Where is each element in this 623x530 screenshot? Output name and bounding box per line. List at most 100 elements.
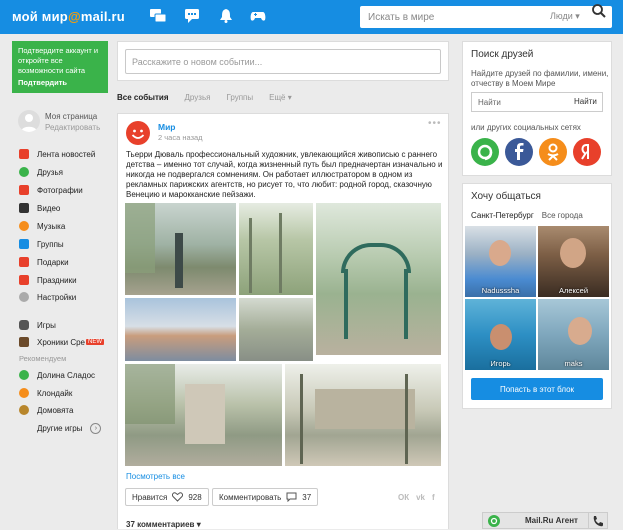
odnoklassniki-icon[interactable] <box>539 138 567 166</box>
tab-all-cities[interactable]: Все города <box>542 211 583 220</box>
search-icon[interactable] <box>590 2 608 20</box>
fb-share-icon[interactable]: f <box>432 493 435 502</box>
photos-icon <box>19 185 29 195</box>
sidebar-item-candy-valley[interactable]: Долина Сладос <box>19 370 95 380</box>
post-author-name[interactable]: Мир <box>158 122 176 132</box>
smile-logo-icon <box>131 129 145 139</box>
games-gamepad-icon[interactable] <box>250 9 266 23</box>
tab-city[interactable]: Санкт-Петербург <box>471 211 534 220</box>
composer-panel <box>117 41 449 81</box>
my-page-link[interactable]: Моя страница <box>45 111 100 122</box>
facebook-icon[interactable] <box>505 138 533 166</box>
my-page-block: Моя страница Редактировать <box>45 111 100 133</box>
vk-share-icon[interactable]: vk <box>416 493 425 502</box>
search-input[interactable] <box>360 6 550 28</box>
sidebar-item-groups[interactable]: Группы <box>19 239 64 249</box>
other-games-link[interactable]: Другие игры › <box>37 423 102 434</box>
comments-toggle[interactable]: 37 комментариев ▾ <box>126 520 201 529</box>
tab-more[interactable]: Ещё ▾ <box>269 93 292 102</box>
post-photo[interactable] <box>285 364 441 466</box>
search-scope-dropdown[interactable]: Люди ▾ <box>550 11 580 22</box>
site-logo[interactable]: мой мир@mail.ru <box>12 9 125 24</box>
video-icon <box>19 203 29 213</box>
sidebar-item-klondike[interactable]: Клондайк <box>19 388 72 398</box>
post-time: 2 часа назад <box>158 133 203 142</box>
heart-icon <box>172 492 184 502</box>
comment-count: 37 <box>302 492 312 502</box>
friends-search-title: Поиск друзей <box>471 49 534 60</box>
person-card[interactable]: Игорь <box>465 299 536 370</box>
new-event-input[interactable] <box>125 49 441 74</box>
comment-bubble-icon <box>286 492 297 502</box>
confirm-button[interactable]: Подтвердить <box>18 78 67 88</box>
new-badge: NEW <box>86 339 104 345</box>
phone-icon <box>593 516 603 527</box>
post-author-avatar[interactable] <box>126 121 150 145</box>
post-photo[interactable] <box>125 203 236 295</box>
ok-share-icon[interactable]: ОК <box>398 493 409 502</box>
person-card[interactable]: Алексей <box>538 226 609 297</box>
avatar[interactable] <box>18 110 40 132</box>
person-card[interactable]: maks <box>538 299 609 370</box>
post-photo[interactable] <box>316 203 441 355</box>
holidays-icon <box>19 275 29 285</box>
city-tabs: Санкт-Петербург Все города <box>471 211 583 220</box>
groups-icon <box>19 239 29 249</box>
post-photo[interactable] <box>239 203 313 295</box>
friends-icon <box>19 167 29 177</box>
promo-text: Подтвердите аккаунт и откройте все возмо… <box>18 46 99 75</box>
sidebar-item-video[interactable]: Видео <box>19 203 60 213</box>
sidebar-item-domovyata[interactable]: Домовята <box>19 405 73 415</box>
mail-ru-agent-icon[interactable] <box>471 138 499 166</box>
tab-friends[interactable]: Друзья <box>185 93 211 102</box>
notifications-bell-icon[interactable] <box>218 9 234 23</box>
feed-post: Мир 2 часа назад ••• Тьерри Дюваль профе… <box>117 113 449 529</box>
messages-icon[interactable] <box>150 9 166 23</box>
mail-agent-bar[interactable]: Mail.Ru Агент <box>482 512 605 529</box>
tab-all-events[interactable]: Все события <box>117 93 169 102</box>
friends-search-panel: Поиск друзей Найдите друзей по фамилии, … <box>462 41 612 176</box>
join-block-button[interactable]: Попасть в этот блок <box>471 378 603 400</box>
candy-valley-icon <box>19 370 29 380</box>
sidebar-item-settings[interactable]: Настройки <box>19 292 76 302</box>
feed-tabs: Все события Друзья Группы Ещё ▾ <box>117 93 292 102</box>
sidebar-item-games[interactable]: Игры <box>19 320 56 330</box>
want-to-chat-panel: Хочу общаться Санкт-Петербург Все города… <box>462 183 612 409</box>
games-icon <box>19 320 29 330</box>
person-name: Игорь <box>490 359 511 368</box>
chat-icon[interactable] <box>184 9 200 23</box>
post-photo[interactable] <box>125 364 282 466</box>
sidebar-item-gifts[interactable]: Подарки <box>19 257 69 267</box>
want-to-chat-title: Хочу общаться <box>471 191 541 202</box>
sidebar-item-music[interactable]: Музыка <box>19 221 65 231</box>
post-text: Тьерри Дюваль профессиональный художник,… <box>126 150 443 199</box>
friends-search-box: Найти <box>471 92 603 112</box>
like-count: 928 <box>188 492 202 502</box>
more-options-icon[interactable]: ••• <box>428 118 442 129</box>
chronicles-game-icon <box>19 337 29 347</box>
person-name: maks <box>564 359 583 368</box>
tab-groups[interactable]: Группы <box>226 93 253 102</box>
agent-at-icon <box>488 514 500 527</box>
post-photo[interactable] <box>125 298 236 361</box>
person-name: Алексей <box>558 286 589 295</box>
comment-button[interactable]: Комментировать 37 <box>212 488 319 506</box>
sidebar-item-photos[interactable]: Фотографии <box>19 185 83 195</box>
edit-profile-link[interactable]: Редактировать <box>45 122 100 133</box>
sidebar-item-friends[interactable]: Друзья <box>19 167 63 177</box>
friends-search-input[interactable] <box>472 93 562 111</box>
post-photo[interactable] <box>239 298 313 361</box>
like-button[interactable]: Нравится 928 <box>125 488 209 506</box>
sidebar-item-chronicles-game[interactable]: Хроники Сре NEW <box>19 337 104 347</box>
agent-phone-button[interactable] <box>588 512 608 529</box>
yandex-icon[interactable] <box>573 138 601 166</box>
sidebar-item-news[interactable]: Лента новостей <box>19 149 95 159</box>
view-all-photos-link[interactable]: Посмотреть все <box>126 472 185 481</box>
find-friends-button[interactable]: Найти <box>574 97 597 106</box>
person-card[interactable]: Nadusssha <box>465 226 536 297</box>
confirm-account-promo: Подтвердите аккаунт и откройте все возмо… <box>12 41 108 93</box>
search-box: Люди ▾ <box>360 6 612 28</box>
klondike-icon <box>19 388 29 398</box>
settings-gear-icon <box>19 292 29 302</box>
sidebar-item-holidays[interactable]: Праздники <box>19 275 77 285</box>
